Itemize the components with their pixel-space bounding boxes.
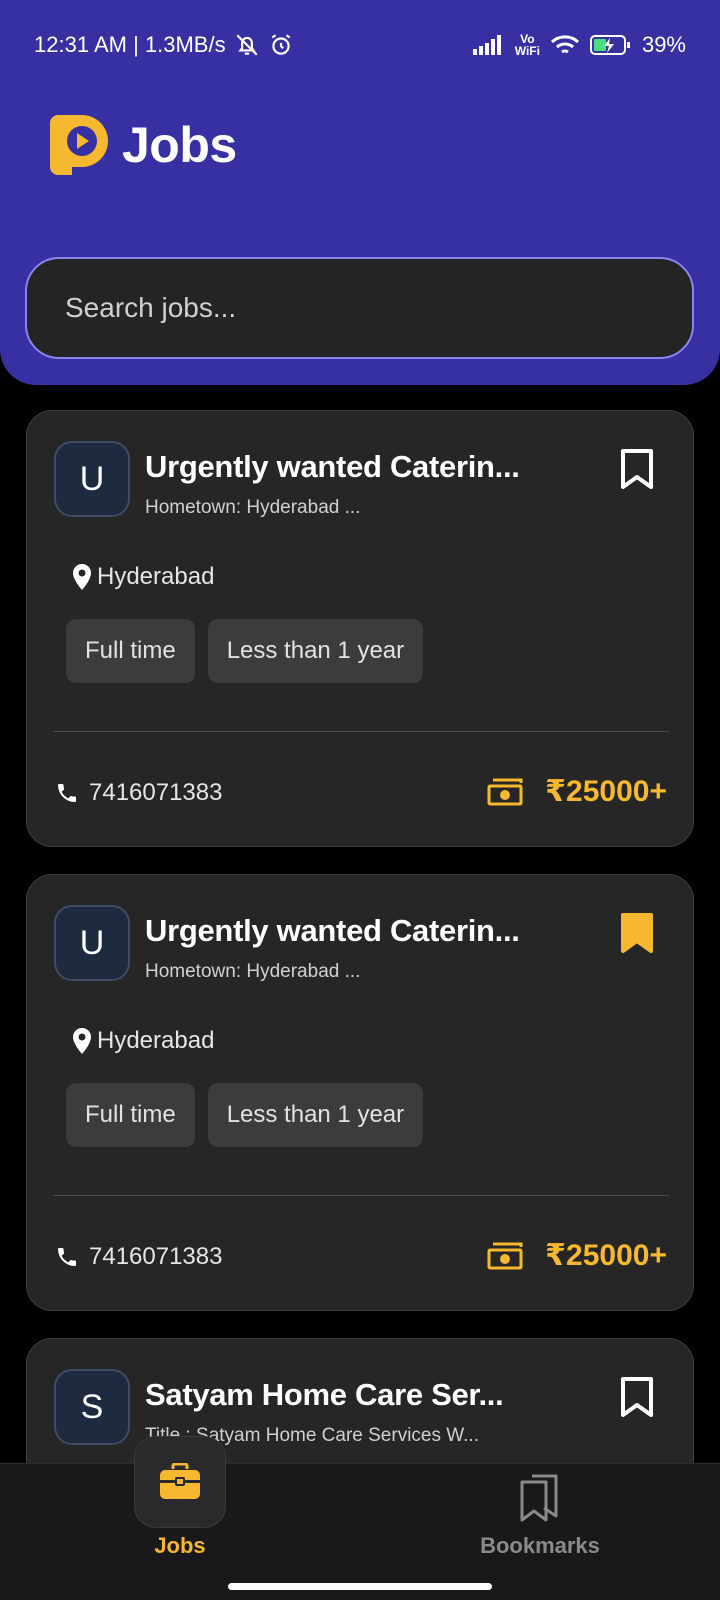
bookmark-filled-icon[interactable]: [619, 913, 655, 953]
job-title: Urgently wanted Caterin...: [145, 913, 520, 948]
job-subtitle: Hometown: Hyderabad ...: [145, 961, 361, 982]
bookmark-icon[interactable]: [619, 449, 655, 489]
phone-icon: [58, 784, 76, 802]
salary-text: ₹25000+: [545, 775, 667, 808]
job-card[interactable]: U Urgently wanted Caterin... Hometown: H…: [26, 874, 694, 1311]
avatar: S: [54, 1369, 130, 1445]
vowifi-bottom: WiFi: [514, 44, 540, 58]
salary-text: ₹25000+: [545, 1239, 667, 1272]
phone-icon: [58, 1248, 76, 1266]
money-icon: [487, 1242, 523, 1269]
money-icon: [487, 778, 523, 805]
search-input[interactable]: [65, 292, 692, 324]
nav-jobs-button[interactable]: [134, 1436, 226, 1528]
tag-experience: Less than 1 year: [207, 1083, 424, 1147]
job-title: Satyam Home Care Ser...: [145, 1377, 504, 1412]
divider: [53, 1195, 669, 1196]
job-tags: Full time Less than 1 year: [66, 1083, 424, 1147]
job-tags: Full time Less than 1 year: [66, 619, 424, 683]
location-text: Hyderabad: [97, 1027, 215, 1054]
app-logo-icon: [50, 115, 108, 175]
wifi-icon: [550, 35, 579, 54]
job-phone[interactable]: 7416071383: [55, 1243, 222, 1271]
nav-bookmarks-label[interactable]: Bookmarks: [460, 1533, 620, 1559]
status-time-speed: 12:31 AM | 1.3MB/s: [34, 32, 226, 57]
vowifi-indicator: Vo WiFi: [515, 33, 540, 57]
signal-icon: [472, 35, 501, 55]
avatar: U: [54, 441, 130, 517]
tag-employment-type: Full time: [66, 619, 195, 683]
job-subtitle: Hometown: Hyderabad ...: [145, 497, 361, 518]
status-bar: 12:31 AM | 1.3MB/s Vo WiFi 39%: [0, 0, 720, 90]
battery-charging-icon: [589, 35, 630, 55]
phone-number: 7416071383: [89, 779, 223, 806]
page-title: Jobs: [122, 117, 237, 173]
home-indicator[interactable]: [228, 1583, 492, 1590]
brand: Jobs: [50, 115, 237, 175]
avatar: U: [54, 905, 130, 981]
battery-percent: 39%: [641, 32, 686, 57]
tag-employment-type: Full time: [66, 1083, 195, 1147]
briefcase-icon: [160, 1463, 200, 1499]
bottom-nav: [0, 1463, 720, 1600]
tag-experience: Less than 1 year: [207, 619, 424, 683]
job-salary: ₹25000+: [487, 1238, 667, 1273]
job-location: Hyderabad: [71, 563, 214, 591]
status-left: 12:31 AM | 1.3MB/s: [34, 32, 294, 58]
app-header: 12:31 AM | 1.3MB/s Vo WiFi 39% Jobs: [0, 0, 720, 385]
phone-number: 7416071383: [89, 1243, 223, 1270]
search-bar[interactable]: [25, 257, 694, 359]
bell-off-icon: [236, 34, 258, 56]
bookmark-icon[interactable]: [619, 1377, 655, 1417]
job-location: Hyderabad: [71, 1027, 214, 1055]
location-pin-icon: [73, 1028, 91, 1054]
bookmarks-icon[interactable]: [518, 1474, 560, 1522]
alarm-icon: [271, 34, 290, 55]
job-phone[interactable]: 7416071383: [55, 779, 222, 807]
location-pin-icon: [73, 564, 91, 590]
divider: [53, 731, 669, 732]
status-right: Vo WiFi 39%: [472, 32, 686, 58]
nav-jobs-label[interactable]: Jobs: [130, 1533, 230, 1559]
job-title: Urgently wanted Caterin...: [145, 449, 520, 484]
job-card[interactable]: U Urgently wanted Caterin... Hometown: H…: [26, 410, 694, 847]
location-text: Hyderabad: [97, 563, 215, 590]
job-salary: ₹25000+: [487, 774, 667, 809]
